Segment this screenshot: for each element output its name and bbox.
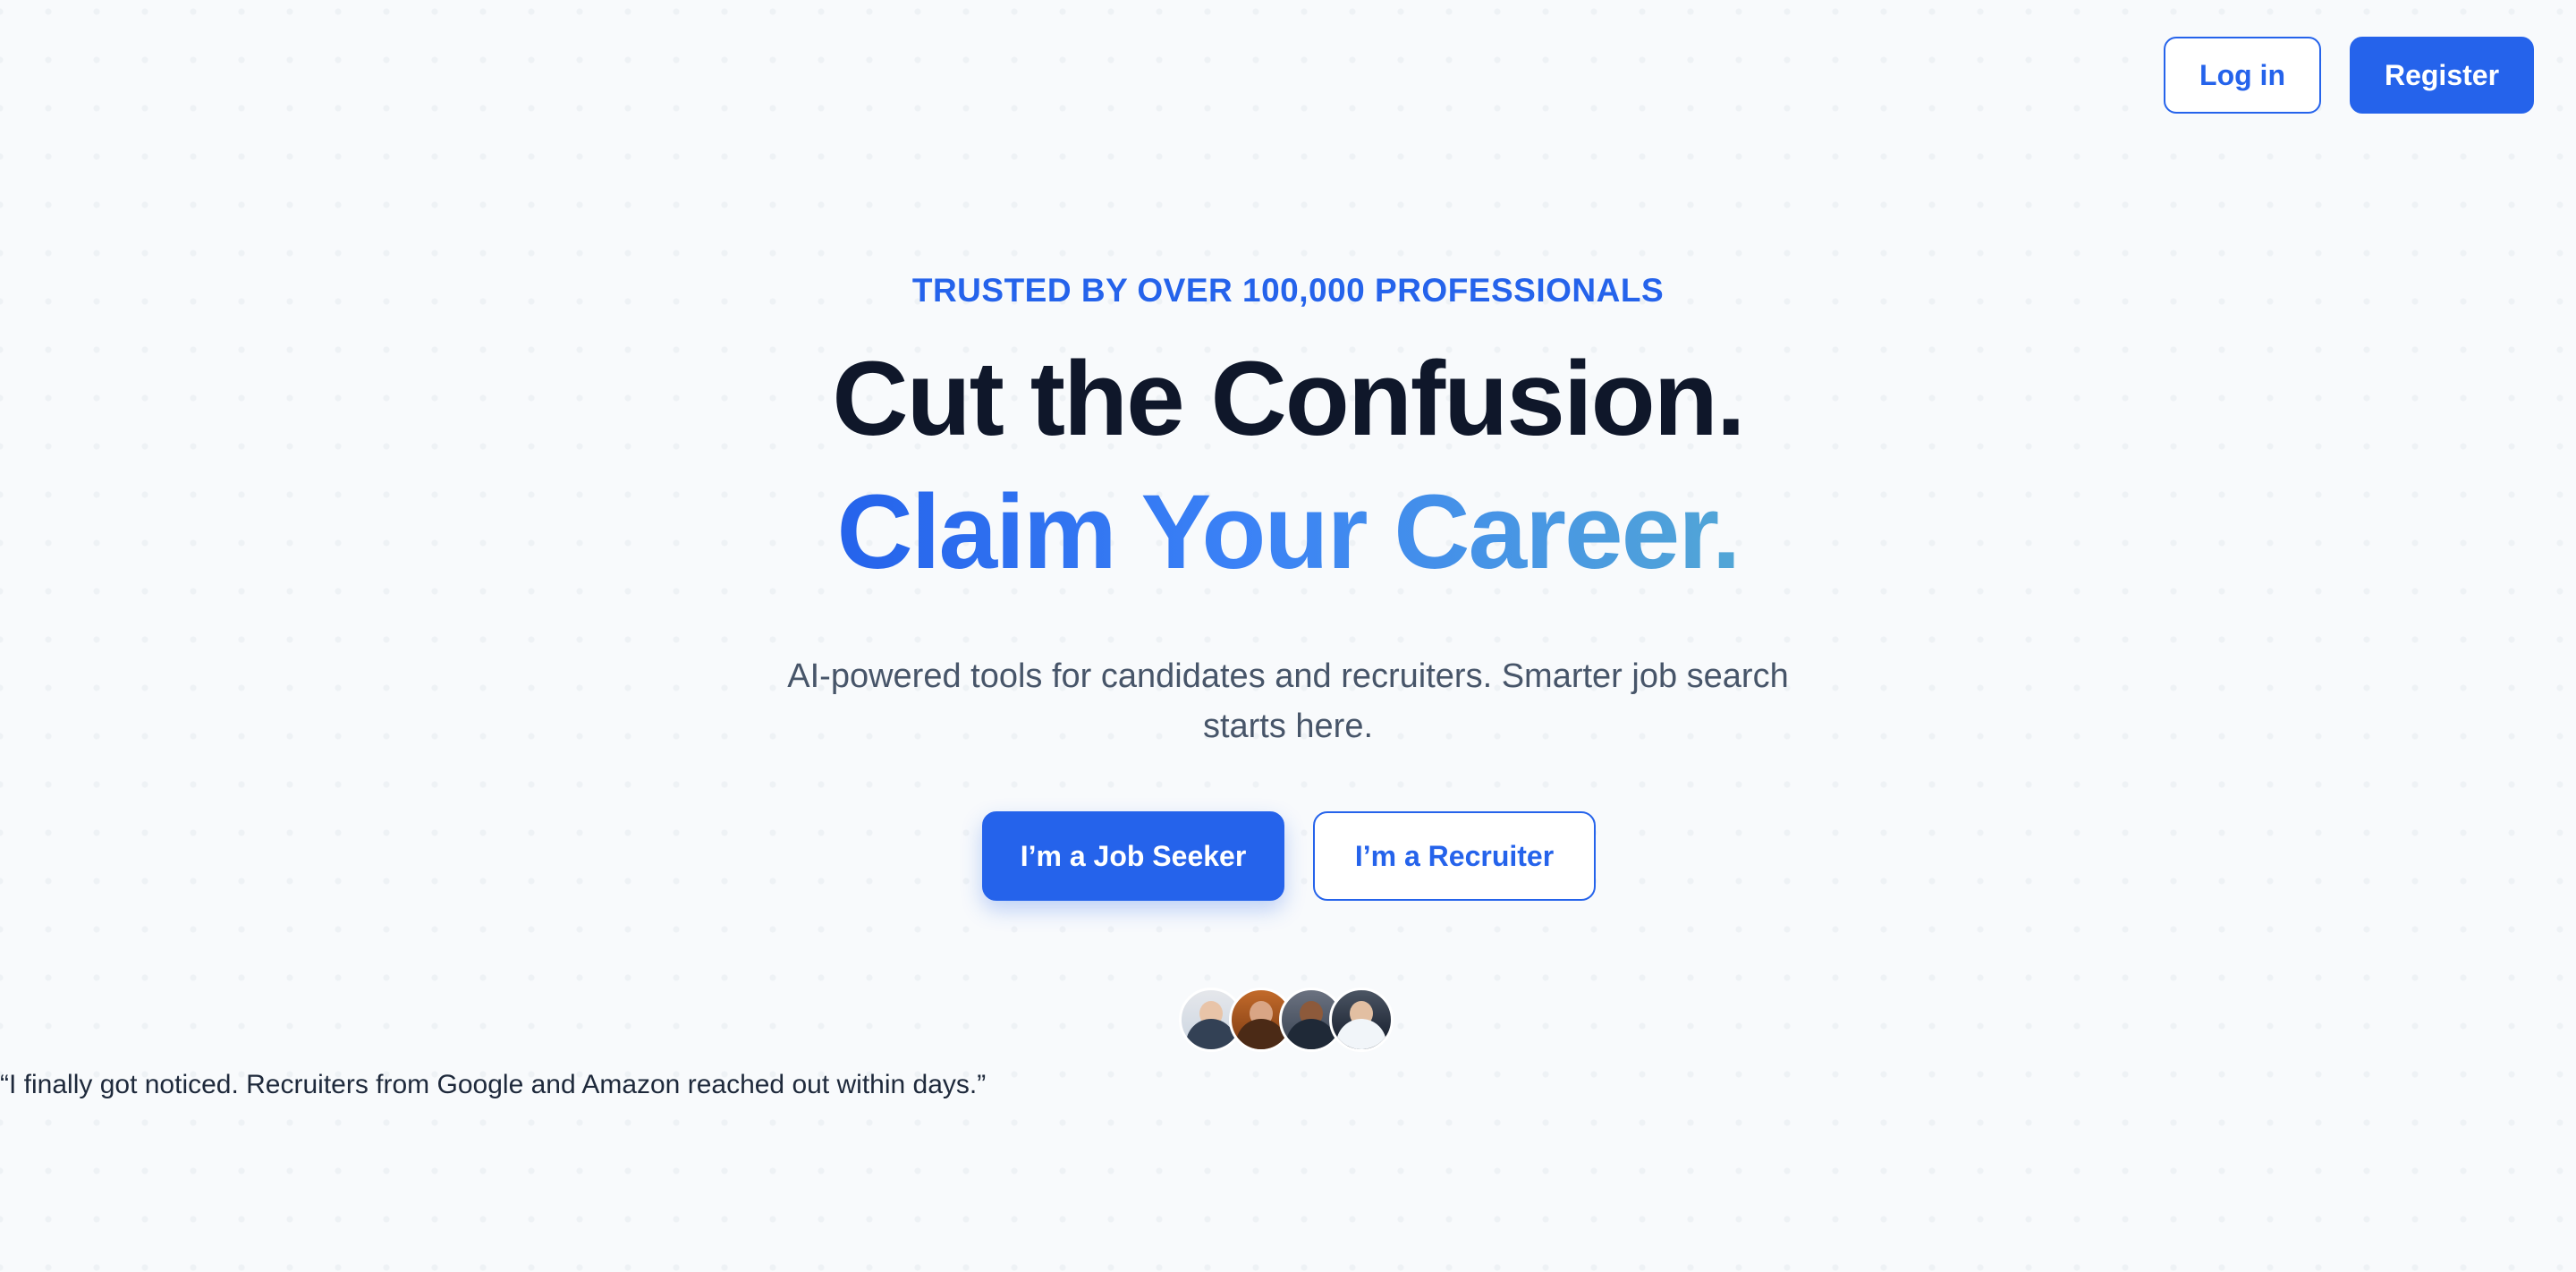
- hero-title-line2: Claim Your Career.: [0, 470, 2576, 595]
- job-seeker-button[interactable]: I’m a Job Seeker: [982, 811, 1284, 901]
- recruiter-button[interactable]: I’m a Recruiter: [1313, 811, 1596, 901]
- trusted-by-eyebrow: TRUSTED BY OVER 100,000 PROFESSIONALS: [911, 272, 1665, 309]
- hero-title-gradient-text: Claim Your Career.: [836, 470, 1741, 595]
- hero-title-line1: Cut the Confusion.: [832, 340, 1745, 458]
- testimonial-quote: “I finally got noticed. Recruiters from …: [0, 1070, 987, 1099]
- register-button[interactable]: Register: [2350, 37, 2534, 114]
- login-button[interactable]: Log in: [2164, 37, 2321, 114]
- avatar-woman-laptop-icon: [1329, 988, 1394, 1052]
- top-navigation: Log in Register: [2164, 37, 2534, 114]
- hero-subtitle: AI-powered tools for candidates and recr…: [787, 657, 1789, 745]
- avatar-group: [1179, 988, 1394, 1052]
- cta-group: I’m a Job Seeker I’m a Recruiter: [982, 811, 1596, 901]
